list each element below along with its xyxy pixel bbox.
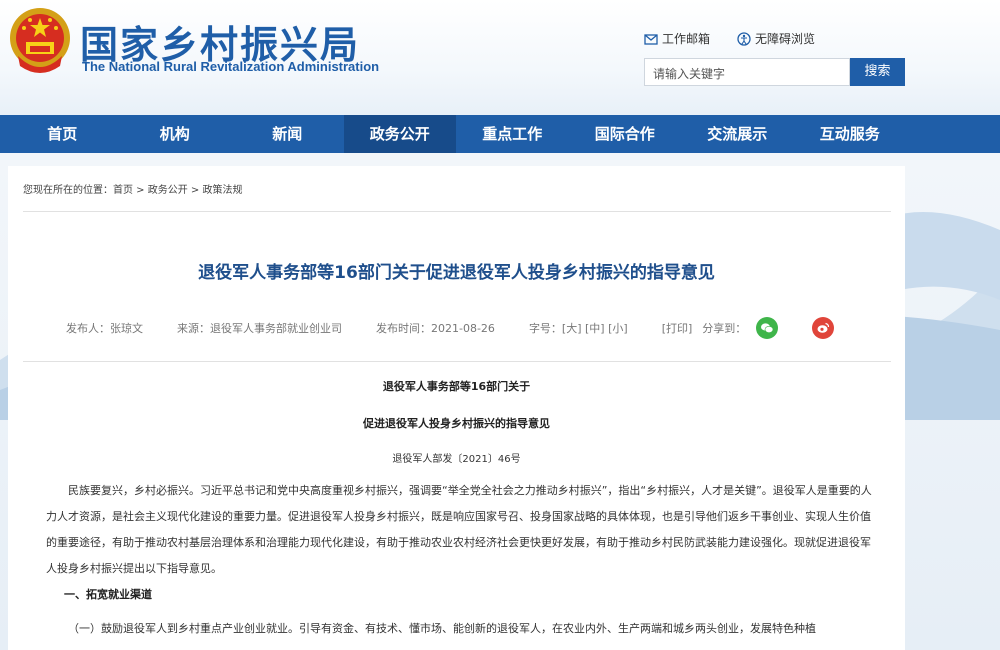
search-button[interactable]: 搜索	[850, 58, 905, 86]
font-size-control[interactable]: 字号：[大] [中] [小]	[529, 320, 628, 336]
accessibility-link[interactable]: 无障碍浏览	[737, 30, 815, 47]
weibo-icon	[817, 322, 830, 333]
search-input[interactable]: 请输入关键字	[644, 58, 850, 86]
doc-heading-line-2: 促进退役军人投身乡村振兴的指导意见	[363, 417, 550, 430]
publisher: 发布人：张琼文	[66, 322, 143, 335]
article-meta: 发布人：张琼文 来源：退役军人事务部就业创业司 发布时间：2021-08-26 …	[66, 317, 868, 339]
wechat-icon	[761, 323, 774, 334]
mail-link[interactable]: 工作邮箱	[644, 30, 710, 47]
national-emblem-icon[interactable]	[8, 6, 72, 74]
article-paragraph: 民族要复兴，乡村必振兴。习近平总书记和党中央高度重视乡村振兴，强调要“举全党全社…	[46, 484, 872, 575]
weibo-share-button[interactable]	[812, 317, 835, 339]
mail-icon	[644, 33, 658, 45]
breadcrumb[interactable]: 您现在所在的位置：首页 > 政务公开 > 政策法规	[23, 181, 242, 196]
doc-number: 退役军人部发〔2021〕46号	[392, 454, 521, 465]
accessibility-icon	[737, 31, 751, 46]
nav-item-international[interactable]: 国际合作	[569, 115, 682, 153]
accessibility-link-label: 无障碍浏览	[755, 32, 816, 46]
nav-item-organization[interactable]: 机构	[119, 115, 232, 153]
site-header: 国家乡村振兴局 The National Rural Revitalizatio…	[0, 0, 1000, 115]
mail-link-label: 工作邮箱	[662, 32, 711, 46]
nav-item-key-work[interactable]: 重点工作	[456, 115, 569, 153]
main-nav: 首页 机构 新闻 政务公开 重点工作 国际合作 交流展示 互动服务	[0, 115, 1000, 153]
article-paragraph: （一）鼓励退役军人到乡村重点产业创业就业。引导有资金、有技术、懂市场、能创新的退…	[68, 622, 816, 635]
divider	[23, 361, 891, 362]
section-heading: 一、拓宽就业渠道	[64, 588, 152, 601]
nav-item-interactive[interactable]: 互动服务	[794, 115, 907, 153]
share-label: 分享到：	[702, 322, 747, 335]
nav-item-government-affairs[interactable]: 政务公开	[343, 115, 456, 153]
nav-item-home[interactable]: 首页	[6, 115, 119, 153]
publish-time: 发布时间：2021-08-26	[376, 322, 495, 335]
print-link[interactable]: [打印]	[662, 320, 693, 336]
nav-item-exchange[interactable]: 交流展示	[681, 115, 794, 153]
article-panel: 您现在所在的位置：首页 > 政务公开 > 政策法规 退役军人事务部等16部门关于…	[8, 166, 905, 650]
article-title: 退役军人事务部等16部门关于促进退役军人投身乡村振兴的指导意见	[198, 263, 715, 283]
divider	[23, 211, 891, 212]
source: 来源：退役军人事务部就业创业司	[177, 322, 342, 335]
nav-item-news[interactable]: 新闻	[231, 115, 344, 153]
wechat-share-button[interactable]	[756, 317, 779, 339]
doc-heading-line-1: 退役军人事务部等16部门关于	[382, 380, 531, 393]
site-subtitle: The National Rural Revitalization Admini…	[82, 59, 380, 74]
